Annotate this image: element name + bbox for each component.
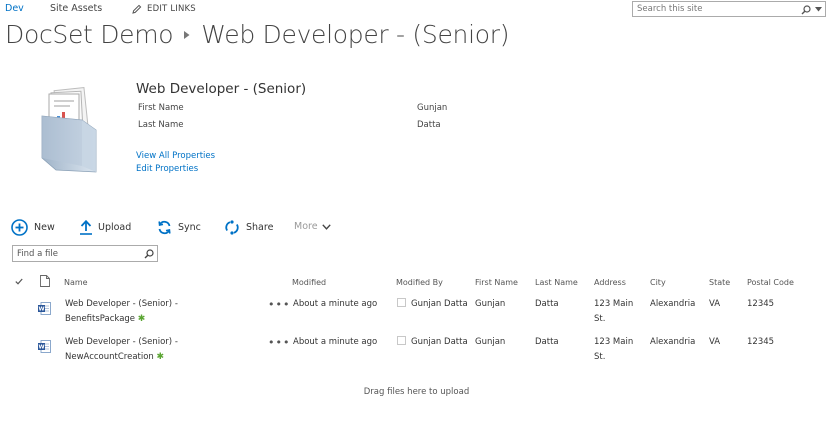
edit-links-label: EDIT LINKS	[147, 4, 196, 14]
column-header-first-name[interactable]: First Name	[475, 278, 518, 287]
page-title: Web Developer - (Senior)	[201, 20, 510, 49]
more-button[interactable]: More	[294, 221, 331, 232]
presence-indicator-icon	[397, 298, 406, 307]
docset-title: Web Developer - (Senior)	[136, 81, 307, 97]
cell-city: Alexandria	[650, 337, 696, 347]
cell-state: VA	[709, 337, 721, 347]
search-icon[interactable]	[144, 249, 154, 259]
file-name-line2: BenefitsPackage	[65, 314, 136, 324]
cell-address: 123 Main St.	[594, 335, 633, 365]
file-name-line2-wrap: BenefitsPackage ✱	[65, 312, 178, 327]
cell-modified: About a minute ago	[293, 337, 378, 347]
sync-button-label: Sync	[178, 222, 201, 233]
cell-first-name: Gunjan	[475, 337, 506, 347]
new-item-icon: ✱	[156, 352, 165, 362]
property-value-last-name: Datta	[417, 120, 441, 130]
cell-address: 123 Main St.	[594, 297, 633, 327]
file-name-line2: NewAccountCreation	[65, 352, 154, 362]
edit-links-button[interactable]: EDIT LINKS	[132, 4, 196, 14]
file-name-line1: Web Developer - (Senior) -	[65, 337, 178, 347]
select-all-check-icon[interactable]	[15, 278, 23, 285]
find-file-input[interactable]	[13, 246, 137, 261]
file-type-icon	[40, 275, 50, 287]
column-header-modified[interactable]: Modified	[292, 278, 326, 287]
search-input[interactable]	[633, 2, 797, 16]
word-document-icon: W	[38, 302, 51, 315]
site-search-box	[632, 1, 826, 17]
column-header-last-name[interactable]: Last Name	[535, 278, 578, 287]
property-label-last-name: Last Name	[138, 120, 184, 130]
new-button[interactable]: New	[11, 219, 55, 236]
new-item-icon: ✱	[137, 314, 146, 324]
sync-button[interactable]: Sync	[157, 220, 201, 235]
drag-drop-hint: Drag files here to upload	[363, 387, 470, 397]
share-button-label: Share	[246, 222, 274, 233]
svg-text:W: W	[38, 307, 44, 313]
site-title-link[interactable]: DocSet Demo	[5, 20, 174, 49]
breadcrumb: DocSet Demo Web Developer - (Senior)	[5, 20, 509, 49]
upload-arrow-icon	[80, 220, 92, 235]
document-set-icon	[41, 86, 97, 173]
cell-postal-code: 12345	[747, 299, 775, 309]
cell-first-name: Gunjan	[475, 299, 506, 309]
presence-indicator-icon	[397, 336, 406, 345]
column-header-name[interactable]: Name	[64, 278, 88, 287]
word-document-icon: W	[38, 340, 51, 353]
address-line1: 123 Main	[594, 337, 634, 347]
topnav-dev-link[interactable]: Dev	[5, 3, 24, 14]
address-line1: 123 Main	[594, 299, 634, 309]
find-file-box	[12, 245, 158, 262]
svg-text:W: W	[38, 345, 44, 351]
property-label-first-name: First Name	[138, 103, 184, 113]
search-icon[interactable]	[801, 5, 811, 15]
plus-circle-icon	[11, 219, 28, 236]
column-header-city[interactable]: City	[650, 278, 666, 287]
cell-modified: About a minute ago	[293, 299, 378, 309]
property-value-first-name: Gunjan	[417, 103, 448, 113]
column-header-modified-by[interactable]: Modified By	[396, 278, 443, 287]
cell-last-name: Datta	[535, 337, 559, 347]
breadcrumb-separator-icon	[184, 30, 190, 39]
modified-by-name: Gunjan Datta	[411, 337, 468, 347]
file-name-line1: Web Developer - (Senior) -	[65, 299, 178, 309]
share-button[interactable]: Share	[224, 220, 273, 235]
new-button-label: New	[34, 222, 55, 233]
cell-modified-by[interactable]: Gunjan Datta	[397, 335, 468, 350]
column-header-postal-code[interactable]: Postal Code	[747, 278, 794, 287]
cell-postal-code: 12345	[747, 337, 775, 347]
cell-modified-by[interactable]: Gunjan Datta	[397, 297, 468, 312]
file-name-link[interactable]: Web Developer - (Senior) - NewAccountCre…	[65, 335, 178, 365]
upload-button-label: Upload	[98, 222, 132, 233]
pencil-icon	[132, 4, 142, 14]
file-name-link[interactable]: Web Developer - (Senior) - BenefitsPacka…	[65, 297, 178, 327]
table-row[interactable]: W Web Developer - (Senior) - BenefitsPac…	[0, 297, 833, 333]
file-name-line2-wrap: NewAccountCreation ✱	[65, 350, 178, 365]
item-menu-button[interactable]: •••	[268, 335, 290, 350]
topnav-site-assets-link[interactable]: Site Assets	[50, 3, 102, 14]
address-line2: St.	[594, 314, 606, 324]
view-all-properties-link[interactable]: View All Properties	[136, 151, 215, 161]
search-scope-chevron-icon[interactable]	[815, 7, 822, 12]
chevron-down-icon	[321, 223, 331, 230]
column-header-state[interactable]: State	[709, 278, 730, 287]
modified-by-name: Gunjan Datta	[411, 299, 468, 309]
cell-last-name: Datta	[535, 299, 559, 309]
column-header-address[interactable]: Address	[594, 278, 626, 287]
cell-state: VA	[709, 299, 721, 309]
item-menu-button[interactable]: •••	[268, 297, 290, 312]
cell-city: Alexandria	[650, 299, 696, 309]
edit-properties-link[interactable]: Edit Properties	[136, 164, 198, 174]
address-line2: St.	[594, 352, 606, 362]
table-row[interactable]: W Web Developer - (Senior) - NewAccountC…	[0, 335, 833, 371]
more-button-label: More	[294, 221, 318, 232]
sync-icon	[158, 220, 171, 235]
upload-button[interactable]: Upload	[80, 220, 131, 235]
share-icon	[225, 220, 239, 235]
